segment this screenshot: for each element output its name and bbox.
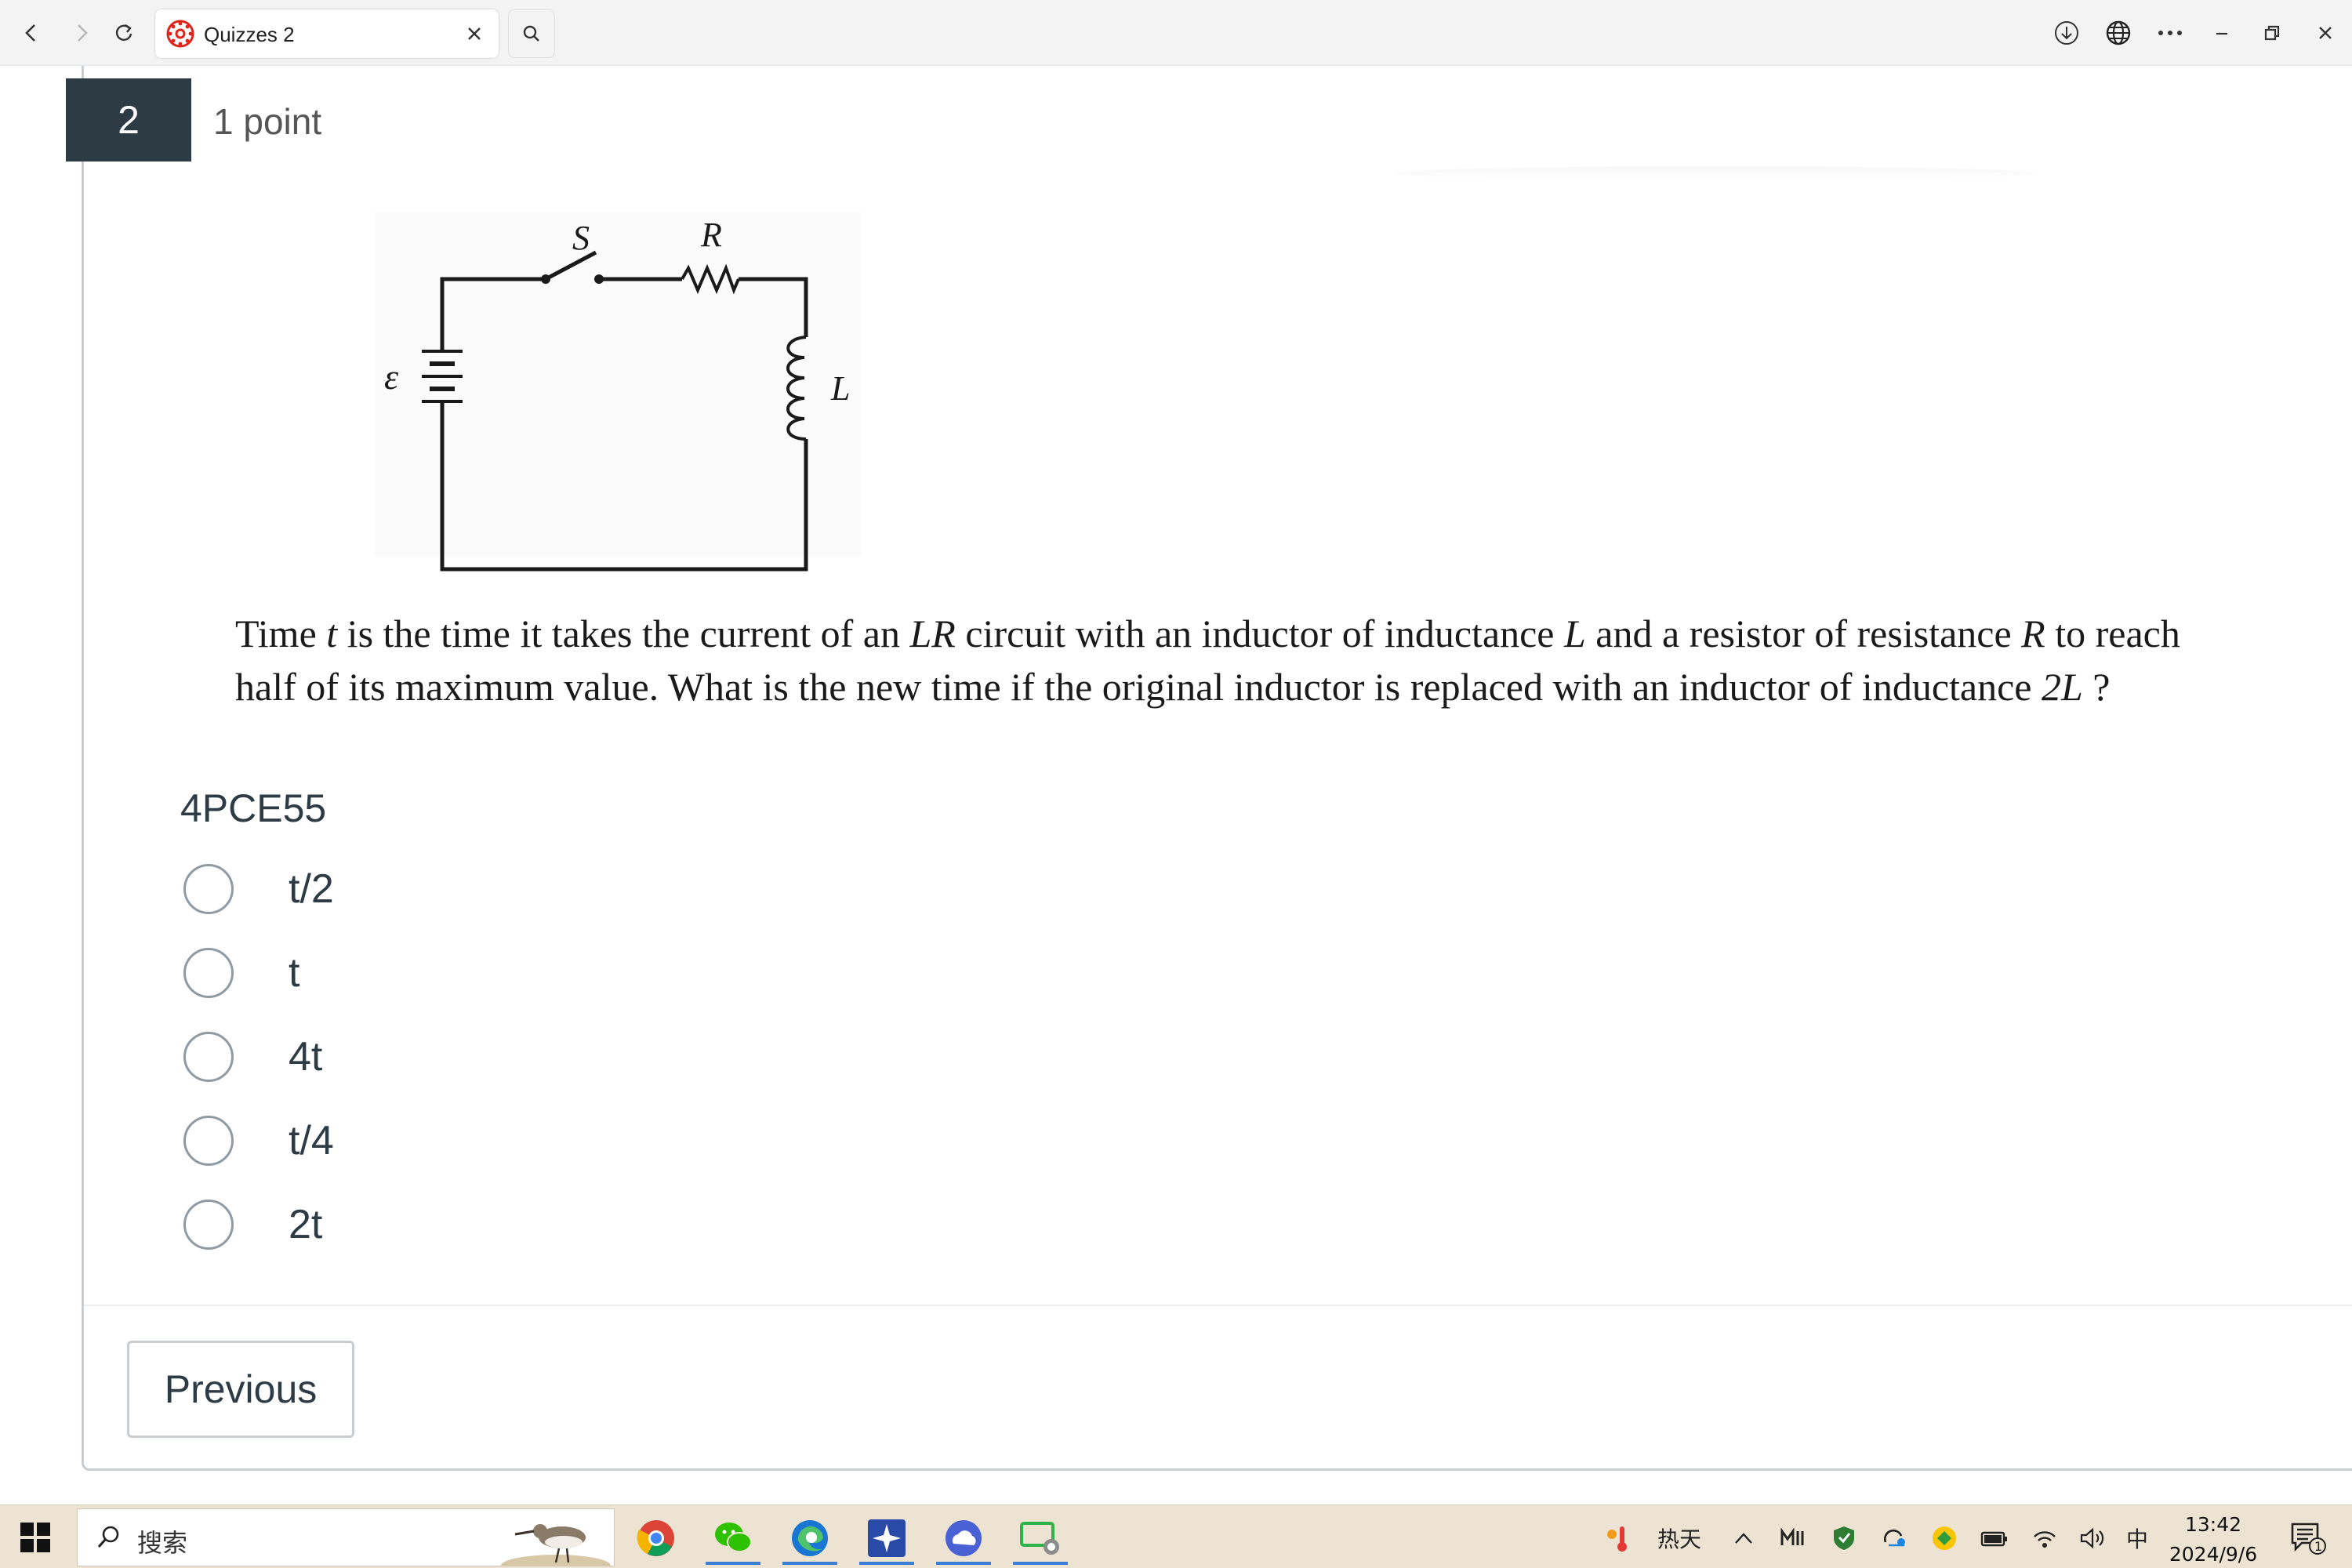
window-close-icon[interactable] <box>2307 14 2344 52</box>
globe-icon[interactable] <box>2100 14 2137 52</box>
security-app-icon[interactable] <box>1927 1519 1962 1557</box>
canvas-logo-icon <box>166 20 194 48</box>
footer-divider <box>84 1305 2352 1306</box>
answer-radio[interactable] <box>183 948 234 998</box>
taskbar: 搜索 热天 中 13:42 2024/9/6 1 <box>0 1504 2352 1568</box>
download-icon[interactable] <box>2048 14 2085 52</box>
notification-count: 1 <box>2314 1539 2322 1554</box>
browser-tab[interactable]: Quizzes 2 <box>155 9 499 58</box>
screen: Quizzes 2 2 1 point S R ε L Time t is th… <box>0 0 2352 1568</box>
notification-icon[interactable]: 1 <box>2286 1519 2330 1557</box>
answer-label: t <box>289 950 300 996</box>
answer-option[interactable]: 2t <box>180 1193 808 1277</box>
input-method-icon[interactable] <box>1775 1519 1809 1557</box>
chevron-up-icon[interactable] <box>1728 1519 1759 1557</box>
more-icon[interactable] <box>2151 14 2189 52</box>
taskbar-search-box[interactable]: 搜索 <box>77 1508 615 1566</box>
answer-label: 2t <box>289 1202 323 1247</box>
clock-date: 2024/9/6 <box>2169 1543 2258 1566</box>
switch-label: S <box>572 219 590 257</box>
browser-toolbar: Quizzes 2 <box>0 0 2352 66</box>
answer-radio[interactable] <box>183 1032 234 1082</box>
answer-option[interactable]: t <box>180 942 808 1025</box>
cloud-app-icon[interactable] <box>927 1512 1000 1565</box>
question-points: 1 point <box>213 101 322 142</box>
taskbar-search-label: 搜索 <box>137 1528 188 1558</box>
close-icon[interactable] <box>463 22 486 45</box>
shield-icon[interactable] <box>1827 1519 1861 1557</box>
chrome-app-icon[interactable] <box>619 1512 693 1565</box>
question-number-badge: 2 <box>66 78 191 162</box>
answer-option[interactable]: t/2 <box>180 858 808 942</box>
answer-radio[interactable] <box>183 864 234 914</box>
inductor-label: L <box>830 369 850 408</box>
refresh-icon[interactable] <box>105 14 143 52</box>
emf-label: ε <box>384 357 399 397</box>
answer-option[interactable]: t/4 <box>180 1109 808 1193</box>
taskbar-clock[interactable]: 13:42 2024/9/6 <box>2154 1510 2272 1568</box>
question-code: 4PCE55 <box>180 786 327 830</box>
restore-icon[interactable] <box>2253 14 2291 52</box>
windows-start-icon[interactable] <box>20 1523 50 1552</box>
switch-contact-right <box>594 274 604 284</box>
battery-icon[interactable] <box>1977 1519 2012 1557</box>
previous-button[interactable]: Previous <box>127 1341 354 1438</box>
weather-label: 热天 <box>1657 1526 1701 1552</box>
answer-label: 4t <box>289 1034 323 1080</box>
answer-radio[interactable] <box>183 1116 234 1166</box>
answer-label: t/2 <box>289 866 334 912</box>
clock-time: 13:42 <box>2184 1513 2242 1536</box>
ime-mode-indicator[interactable]: 中 <box>2122 1519 2153 1557</box>
quiz-page: 2 1 point S R ε L Time t is the time it … <box>0 66 2352 1504</box>
lr-circuit-diagram: S R ε L <box>375 212 861 572</box>
answer-option[interactable]: 4t <box>180 1025 808 1109</box>
answer-label: t/4 <box>289 1118 334 1163</box>
volume-icon[interactable] <box>2076 1519 2111 1557</box>
bird-illustration-icon <box>501 1524 611 1566</box>
back-icon[interactable] <box>13 14 50 52</box>
tab-title: Quizzes 2 <box>204 23 295 46</box>
minimize-icon[interactable] <box>2203 14 2241 52</box>
decorative-shadow <box>1396 166 2038 180</box>
weather-icon[interactable] <box>1602 1519 1631 1557</box>
search-icon <box>97 1526 119 1548</box>
wifi-icon[interactable] <box>2027 1519 2062 1557</box>
edge-app-icon[interactable] <box>773 1512 847 1565</box>
resistor-label: R <box>700 216 722 254</box>
answer-radio[interactable] <box>183 1200 234 1250</box>
wechat-app-icon[interactable] <box>696 1512 770 1565</box>
forward-icon[interactable] <box>63 14 100 52</box>
question-text: Time t is the time it takes the current … <box>235 612 2180 709</box>
screen-share-app-icon[interactable] <box>1004 1512 1077 1565</box>
pinned-app-icon[interactable] <box>850 1512 924 1565</box>
answer-list: t/2 t 4t t/4 2t <box>180 858 808 1277</box>
network-sync-icon[interactable] <box>1877 1519 1911 1557</box>
search-icon[interactable] <box>508 9 555 58</box>
